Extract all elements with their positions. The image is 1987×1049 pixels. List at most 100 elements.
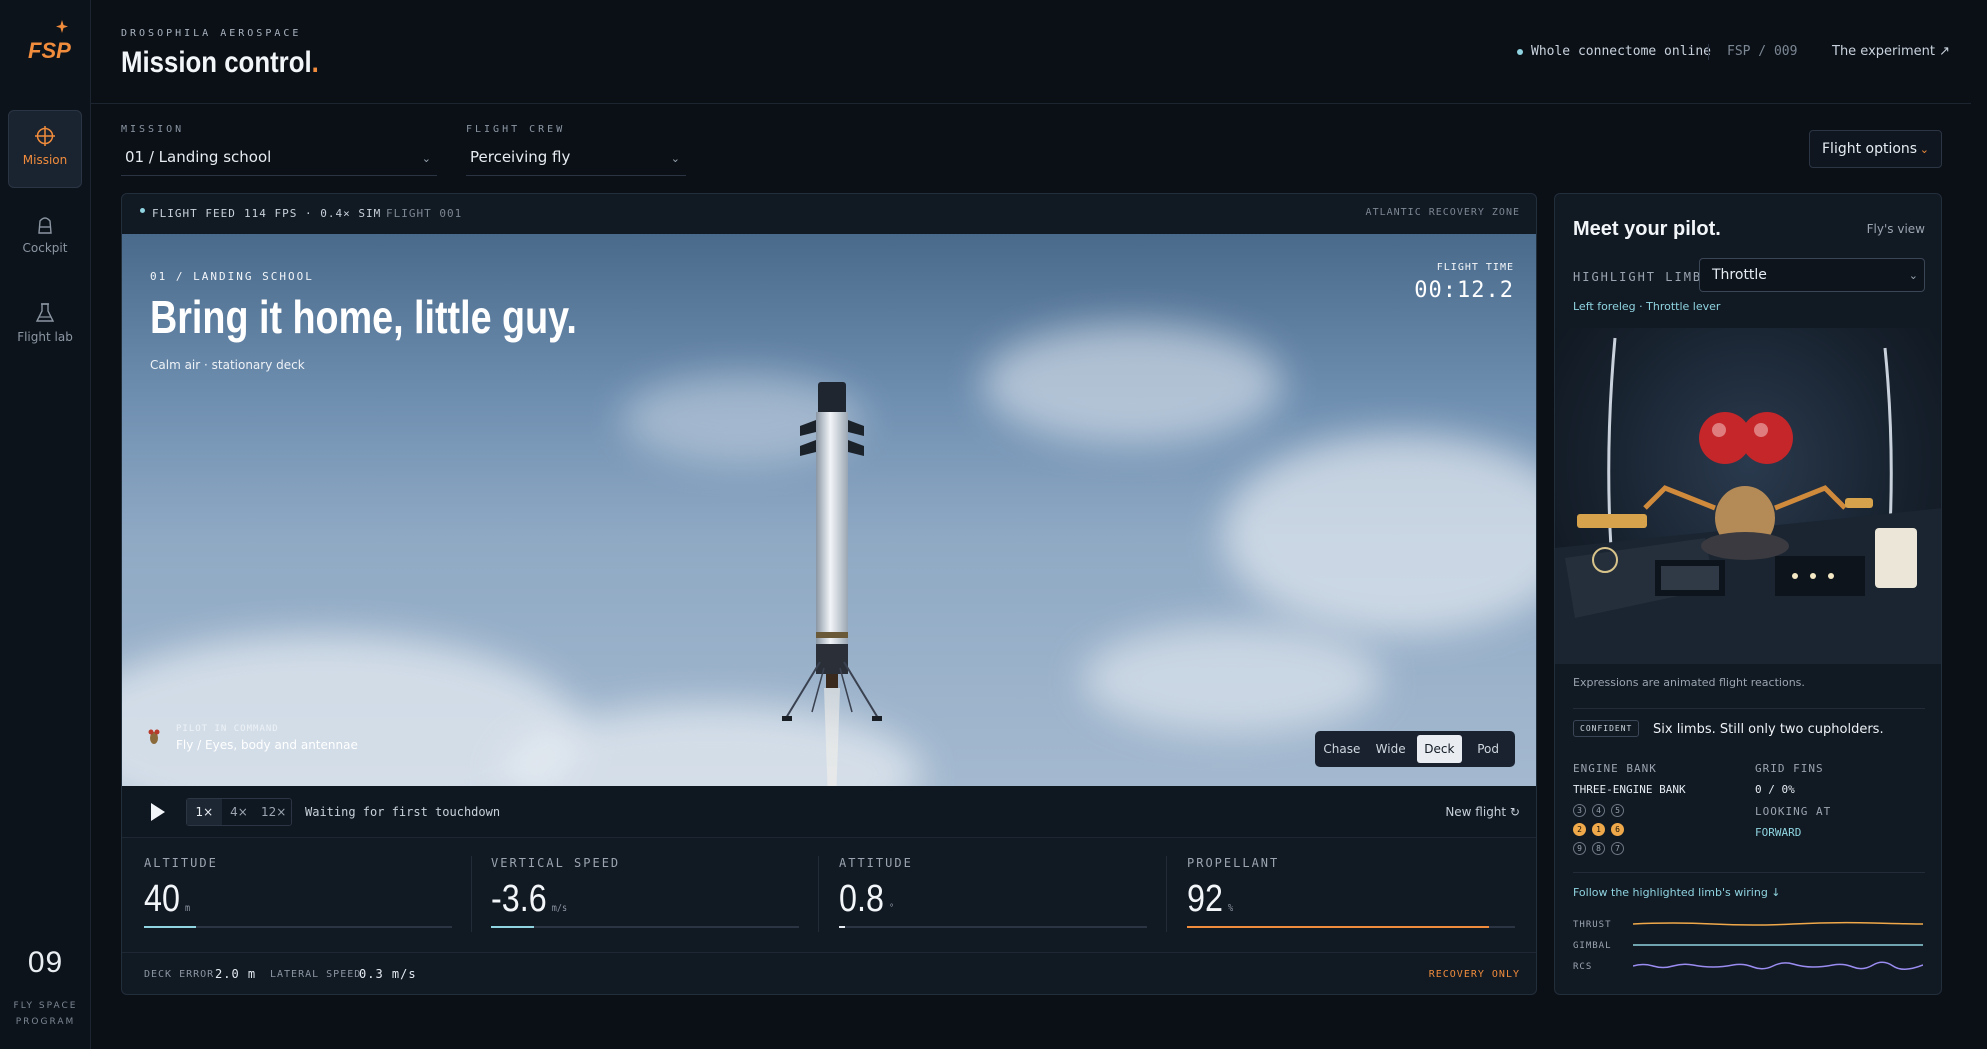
- highlight-limb-label: HIGHLIGHT LIMB: [1573, 270, 1703, 284]
- flight-viewport[interactable]: 01 / LANDING SCHOOL Bring it home, littl…: [122, 234, 1536, 786]
- feed-footer: DECK ERROR 2.0 m LATERAL SPEED 0.3 m/s R…: [122, 952, 1536, 994]
- engine-5-indicator: 5: [1611, 804, 1624, 817]
- mission-label: MISSION: [121, 124, 185, 135]
- metric-bar: [491, 926, 799, 928]
- metric-altitude: ALTITUDE 40 m: [144, 856, 454, 956]
- metric-bar: [839, 926, 1147, 928]
- flight-id: FLIGHT 001: [386, 207, 463, 220]
- engine-4-indicator: 4: [1592, 804, 1605, 817]
- speed-12x-button[interactable]: 12×: [256, 799, 291, 825]
- pilot-cockpit-view[interactable]: [1555, 328, 1941, 664]
- engine-1-indicator: 1: [1592, 823, 1605, 836]
- metric-label: ATTITUDE: [839, 856, 913, 870]
- status-dot-icon: [1517, 48, 1523, 55]
- connectome-status: Whole connectome online: [1517, 44, 1711, 59]
- engine-8-indicator: 8: [1592, 842, 1605, 855]
- chevron-down-icon: ⌄: [1908, 269, 1918, 282]
- sidebar-item-label: Cockpit: [22, 241, 68, 255]
- mission-headline: Bring it home, little guy.: [150, 291, 577, 343]
- deck-error-label: DECK ERROR: [144, 969, 215, 980]
- engine-7-indicator: 7: [1611, 842, 1624, 855]
- flight-conditions: Calm air · stationary deck: [150, 358, 305, 372]
- crew-label: FLIGHT CREW: [466, 124, 566, 135]
- pilot-label: PILOT IN COMMAND: [176, 724, 279, 734]
- playback-bar: 1× 4× 12× Waiting for first touchdown Ne…: [122, 786, 1536, 838]
- chevron-down-icon: ⌄: [670, 152, 680, 165]
- header: DROSOPHILA AEROSPACE Mission control. Wh…: [91, 0, 1971, 104]
- metric-label: ALTITUDE: [144, 856, 218, 870]
- recovery-zone: ATLANTIC RECOVERY ZONE: [1365, 207, 1520, 218]
- deck-error-value: 2.0 m: [215, 967, 257, 981]
- expressions-note: Expressions are animated flight reaction…: [1573, 676, 1805, 689]
- engine-6-indicator: 6: [1611, 823, 1624, 836]
- feed-status: FLIGHT FEED: [152, 207, 236, 220]
- follow-wiring-link[interactable]: Follow the highlighted limb's wiring ↓: [1573, 886, 1781, 899]
- sidebar-item-flight-lab[interactable]: Flight lab: [8, 288, 82, 366]
- pilot-panel: Meet your pilot. Fly's view HIGHLIGHT LI…: [1554, 193, 1942, 995]
- page-title: Mission control.: [121, 46, 319, 79]
- flight-time: 00:12.2: [1414, 278, 1514, 303]
- metric-value: 92%: [1187, 878, 1234, 920]
- metric-value: 0.8 °: [839, 878, 895, 920]
- metric-propellant: PROPELLANT 92%: [1187, 856, 1515, 956]
- flight-options-button[interactable]: Flight options ⌄: [1809, 130, 1942, 168]
- telemetry-sparklines: [1633, 921, 1923, 970]
- limb-caption: Left foreleg · Throttle lever: [1573, 300, 1721, 313]
- speed-1x-button[interactable]: 1×: [187, 799, 222, 825]
- speed-selector: 1× 4× 12×: [186, 798, 292, 826]
- camera-switcher: Chase Wide Deck Pod: [1315, 731, 1515, 767]
- pilot-name: Fly / Eyes, body and antennae: [176, 738, 358, 752]
- metric-bar: [1187, 926, 1515, 928]
- fsp-logo[interactable]: FSP: [26, 18, 72, 64]
- camera-pod-button[interactable]: Pod: [1465, 735, 1511, 763]
- camera-deck-button[interactable]: Deck: [1416, 735, 1463, 763]
- highlight-limb-select[interactable]: Throttle ⌄: [1699, 258, 1925, 292]
- engine-2-indicator: 2: [1573, 823, 1586, 836]
- grid-fins-value: 0 / 0%: [1755, 783, 1795, 796]
- looking-at-value: FORWARD: [1755, 826, 1802, 839]
- recovery-mode: RECOVERY ONLY: [1428, 969, 1520, 980]
- chevron-down-icon: ⌄: [1919, 143, 1929, 156]
- camera-chase-button[interactable]: Chase: [1319, 735, 1365, 763]
- camera-wide-button[interactable]: Wide: [1368, 735, 1414, 763]
- speed-4x-button[interactable]: 4×: [222, 799, 257, 825]
- pilot-panel-title: Meet your pilot.: [1573, 218, 1721, 240]
- crosshair-icon: [35, 126, 55, 146]
- mission-eyebrow: 01 / LANDING SCHOOL: [150, 270, 314, 283]
- rocket-booster: [782, 382, 882, 786]
- play-icon[interactable]: [150, 802, 166, 822]
- sidebar-item-cockpit[interactable]: Cockpit: [8, 199, 82, 277]
- engine-3-indicator: 3: [1573, 804, 1586, 817]
- metric-label: PROPELLANT: [1187, 856, 1280, 870]
- sidebar-item-mission[interactable]: Mission: [8, 110, 82, 188]
- flight-feed-panel: FLIGHT FEED 114 FPS · 0.4× SIM FLIGHT 00…: [121, 193, 1537, 995]
- experiment-link[interactable]: The experiment ↗: [1832, 44, 1950, 59]
- flight-time-label: FLIGHT TIME: [1436, 262, 1514, 273]
- sidebar-item-label: Mission: [22, 153, 68, 167]
- feed-status-bar: FLIGHT FEED 114 FPS · 0.4× SIM FLIGHT 00…: [122, 194, 1536, 234]
- mission-select[interactable]: 01 / Landing school ⌄: [121, 142, 437, 176]
- flys-view-link[interactable]: Fly's view: [1867, 222, 1925, 236]
- metric-value: 40 m: [144, 878, 191, 920]
- program-name: FLY SPACE PROGRAM: [13, 1001, 78, 1027]
- pilot-quip: Six limbs. Still only two cupholders.: [1653, 722, 1884, 737]
- live-dot-icon: [140, 208, 145, 213]
- crew-select[interactable]: Perceiving fly ⌄: [466, 142, 686, 176]
- grid-fins-label: GRID FINS: [1755, 762, 1824, 775]
- company-name: DROSOPHILA AEROSPACE: [121, 28, 302, 39]
- program-code: FSP / 009: [1727, 44, 1798, 59]
- lateral-speed-value: 0.3 m/s: [359, 967, 417, 981]
- metric-bar: [144, 926, 452, 928]
- lateral-speed-label: LATERAL SPEED: [270, 969, 362, 980]
- telemetry-label: GIMBAL: [1573, 941, 1612, 951]
- engine-bank-value: THREE-ENGINE BANK: [1573, 783, 1686, 796]
- feed-fps: 114 FPS · 0.4× SIM: [244, 207, 382, 220]
- fly-avatar-icon: [148, 729, 160, 744]
- metric-value: -3.6 m/s: [491, 878, 568, 920]
- looking-at-label: LOOKING AT: [1755, 805, 1832, 818]
- telemetry-label: RCS: [1573, 962, 1593, 972]
- cockpit-icon: [38, 217, 52, 234]
- new-flight-button[interactable]: New flight ↻: [1445, 805, 1520, 819]
- metric-attitude: ATTITUDE 0.8 °: [839, 856, 1149, 956]
- sidebar: FSP Mission Cockpit Flight lab 09 FLY SP…: [0, 0, 91, 1049]
